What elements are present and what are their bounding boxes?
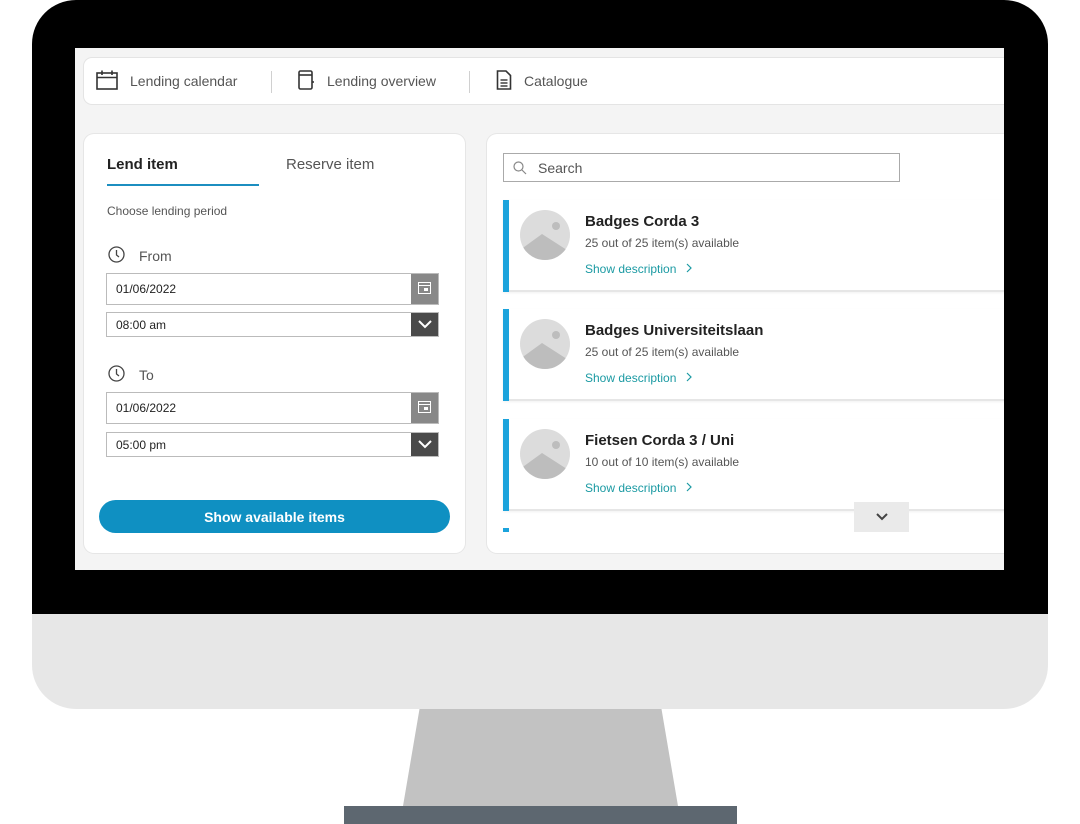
to-time-select[interactable]: 05:00 pm <box>106 432 439 457</box>
show-available-items-button[interactable]: Show available items <box>99 500 450 533</box>
to-date-value: 01/06/2022 <box>116 401 177 415</box>
item-accent-bar <box>503 200 509 292</box>
chevron-down-icon <box>417 438 432 452</box>
to-heading: To <box>108 365 154 385</box>
list-item[interactable]: Fietsen Corda 3 / Uni 10 out of 10 item(… <box>503 419 1004 511</box>
lend-panel: Lend item Reserve item Choose lending pe… <box>84 134 465 553</box>
chevron-right-icon <box>680 481 693 495</box>
nav-lending-calendar[interactable]: Lending calendar <box>96 58 237 104</box>
from-date-field[interactable]: 01/06/2022 <box>106 273 439 305</box>
nav-divider <box>271 71 272 93</box>
clock-icon <box>108 365 125 385</box>
item-availability: 10 out of 10 item(s) available <box>585 455 740 469</box>
app-screen: Lending calendar Lending overview Catalo… <box>75 48 1004 570</box>
image-placeholder-icon <box>520 210 570 265</box>
to-date-picker-button[interactable] <box>411 393 438 423</box>
item-title: Fietsen Corda 3 / Uni <box>585 432 735 449</box>
monitor-chin <box>32 614 1048 709</box>
from-label: From <box>139 248 172 264</box>
chevron-right-icon <box>680 371 693 385</box>
search-box <box>503 153 900 182</box>
search-input[interactable] <box>536 158 880 177</box>
active-tab-indicator <box>107 184 259 186</box>
notebook-icon <box>297 69 315 93</box>
calendar-icon <box>418 281 431 297</box>
scroll-down-button[interactable] <box>854 502 909 532</box>
from-time-select[interactable]: 08:00 am <box>106 312 439 337</box>
nav-catalogue[interactable]: Catalogue <box>496 58 588 104</box>
nav-label: Lending calendar <box>130 73 238 89</box>
tab-reserve-item[interactable]: Reserve item <box>286 156 374 173</box>
calendar-icon <box>96 70 118 93</box>
item-availability: 25 out of 25 item(s) available <box>585 345 740 359</box>
list-item[interactable]: Badges Corda 3 25 out of 25 item(s) avai… <box>503 200 1004 292</box>
nav-divider <box>469 71 470 93</box>
from-time-dropdown-button[interactable] <box>411 313 438 336</box>
nav-label: Lending overview <box>327 73 436 89</box>
from-date-picker-button[interactable] <box>411 274 438 304</box>
top-navigation: Lending calendar Lending overview Catalo… <box>84 58 1004 104</box>
chevron-down-icon <box>875 508 888 526</box>
link-label: Show description <box>585 371 677 385</box>
clock-icon <box>108 246 125 266</box>
link-label: Show description <box>585 481 677 495</box>
link-label: Show description <box>585 262 677 276</box>
item-accent-bar <box>503 419 509 511</box>
document-icon <box>496 69 512 93</box>
list-item[interactable]: Badges Universiteitslaan 25 out of 25 it… <box>503 309 1004 401</box>
nav-lending-overview[interactable]: Lending overview <box>297 58 436 104</box>
monitor-stand <box>403 709 678 806</box>
item-accent-bar <box>503 309 509 401</box>
from-time-value: 08:00 am <box>116 317 167 332</box>
to-label: To <box>139 367 154 383</box>
to-time-value: 05:00 pm <box>116 437 167 452</box>
image-placeholder-icon <box>520 319 570 374</box>
lending-period-label: Choose lending period <box>107 204 228 218</box>
to-date-field[interactable]: 01/06/2022 <box>106 392 439 424</box>
chevron-right-icon <box>680 262 693 276</box>
from-heading: From <box>108 246 172 266</box>
item-title: Badges Universiteitslaan <box>585 322 764 339</box>
item-title: Badges Corda 3 <box>585 213 700 230</box>
nav-label: Catalogue <box>524 73 588 89</box>
next-item-accent <box>503 528 509 532</box>
chevron-down-icon <box>417 318 432 332</box>
from-date-value: 01/06/2022 <box>116 282 177 296</box>
show-description-link[interactable]: Show description <box>585 262 693 276</box>
tab-lend-item[interactable]: Lend item <box>107 156 178 173</box>
search-icon <box>504 160 536 175</box>
catalogue-panel: Badges Corda 3 25 out of 25 item(s) avai… <box>487 134 1004 553</box>
item-availability: 25 out of 25 item(s) available <box>585 236 740 250</box>
image-placeholder-icon <box>520 429 570 484</box>
show-description-link[interactable]: Show description <box>585 481 693 495</box>
monitor-stand-base <box>344 806 737 824</box>
calendar-icon <box>418 400 431 416</box>
to-time-dropdown-button[interactable] <box>411 433 438 456</box>
show-description-link[interactable]: Show description <box>585 371 693 385</box>
